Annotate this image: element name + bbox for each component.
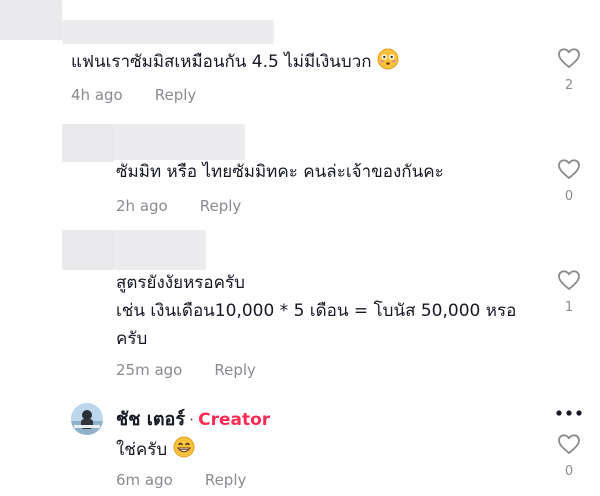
comment-time: 6m ago xyxy=(116,471,173,489)
like-control[interactable]: 0 xyxy=(556,158,582,204)
avatar-image xyxy=(71,403,103,435)
reply-button[interactable]: Reply xyxy=(155,86,197,104)
avatar-redacted[interactable] xyxy=(62,230,114,270)
like-control[interactable]: 0 xyxy=(556,433,582,479)
heart-icon[interactable] xyxy=(557,47,581,69)
comment-meta: 4h ago Reply xyxy=(71,86,196,104)
comment-time: 2h ago xyxy=(116,197,168,215)
creator-badge: Creator xyxy=(198,410,271,430)
comment-time: 25m ago xyxy=(116,361,183,379)
comment-meta: 2h ago Reply xyxy=(116,197,241,215)
heart-icon[interactable] xyxy=(557,269,581,291)
separator-dot: · xyxy=(189,410,195,429)
comment-text: ซัมมิท หรือ ไทยซัมมิทคะ คนล่ะเจ้าของกันค… xyxy=(116,162,444,182)
like-control[interactable]: 2 xyxy=(556,47,582,93)
heart-icon[interactable] xyxy=(557,158,581,180)
comment-text-line-3: ครับ xyxy=(116,329,148,349)
comment-text: แฟนเราซัมมิสเหมือนกัน 4.5 ไม่มีเงินบวก xyxy=(71,48,399,76)
comment-meta: 6m ago Reply xyxy=(116,471,246,489)
username-redacted[interactable] xyxy=(114,124,245,160)
more-dots-icon xyxy=(556,410,582,416)
comment-text: ใช่ครับ xyxy=(116,436,195,464)
author-line: ชัช เตอร์ · Creator xyxy=(116,404,270,433)
username-redacted[interactable] xyxy=(62,20,274,44)
like-count: 1 xyxy=(564,300,574,315)
reply-button[interactable]: Reply xyxy=(214,361,256,379)
flushed-face-icon xyxy=(377,48,399,70)
username-redacted[interactable] xyxy=(114,230,206,270)
like-count: 0 xyxy=(564,189,574,204)
avatar-redacted[interactable] xyxy=(0,0,62,40)
heart-icon[interactable] xyxy=(557,433,581,455)
reply-button[interactable]: Reply xyxy=(200,197,242,215)
avatar-redacted[interactable] xyxy=(62,124,114,162)
reply-button[interactable]: Reply xyxy=(205,471,247,489)
comment-time: 4h ago xyxy=(71,86,123,104)
comment-text-line-2: เช่น เงินเดือน10,000 * 5 เดือน = โบนัส 5… xyxy=(116,301,517,321)
avatar[interactable] xyxy=(71,403,103,435)
like-control[interactable]: 1 xyxy=(556,269,582,315)
more-options-button[interactable] xyxy=(555,404,583,422)
comment-text-line-1: สูตรยังงัยหรอครับ xyxy=(116,273,245,293)
comment-meta: 25m ago Reply xyxy=(116,361,256,379)
like-count: 2 xyxy=(564,78,574,93)
grinning-face-icon xyxy=(173,436,195,458)
author-name[interactable]: ชัช เตอร์ xyxy=(116,409,185,430)
like-count: 0 xyxy=(564,464,574,479)
